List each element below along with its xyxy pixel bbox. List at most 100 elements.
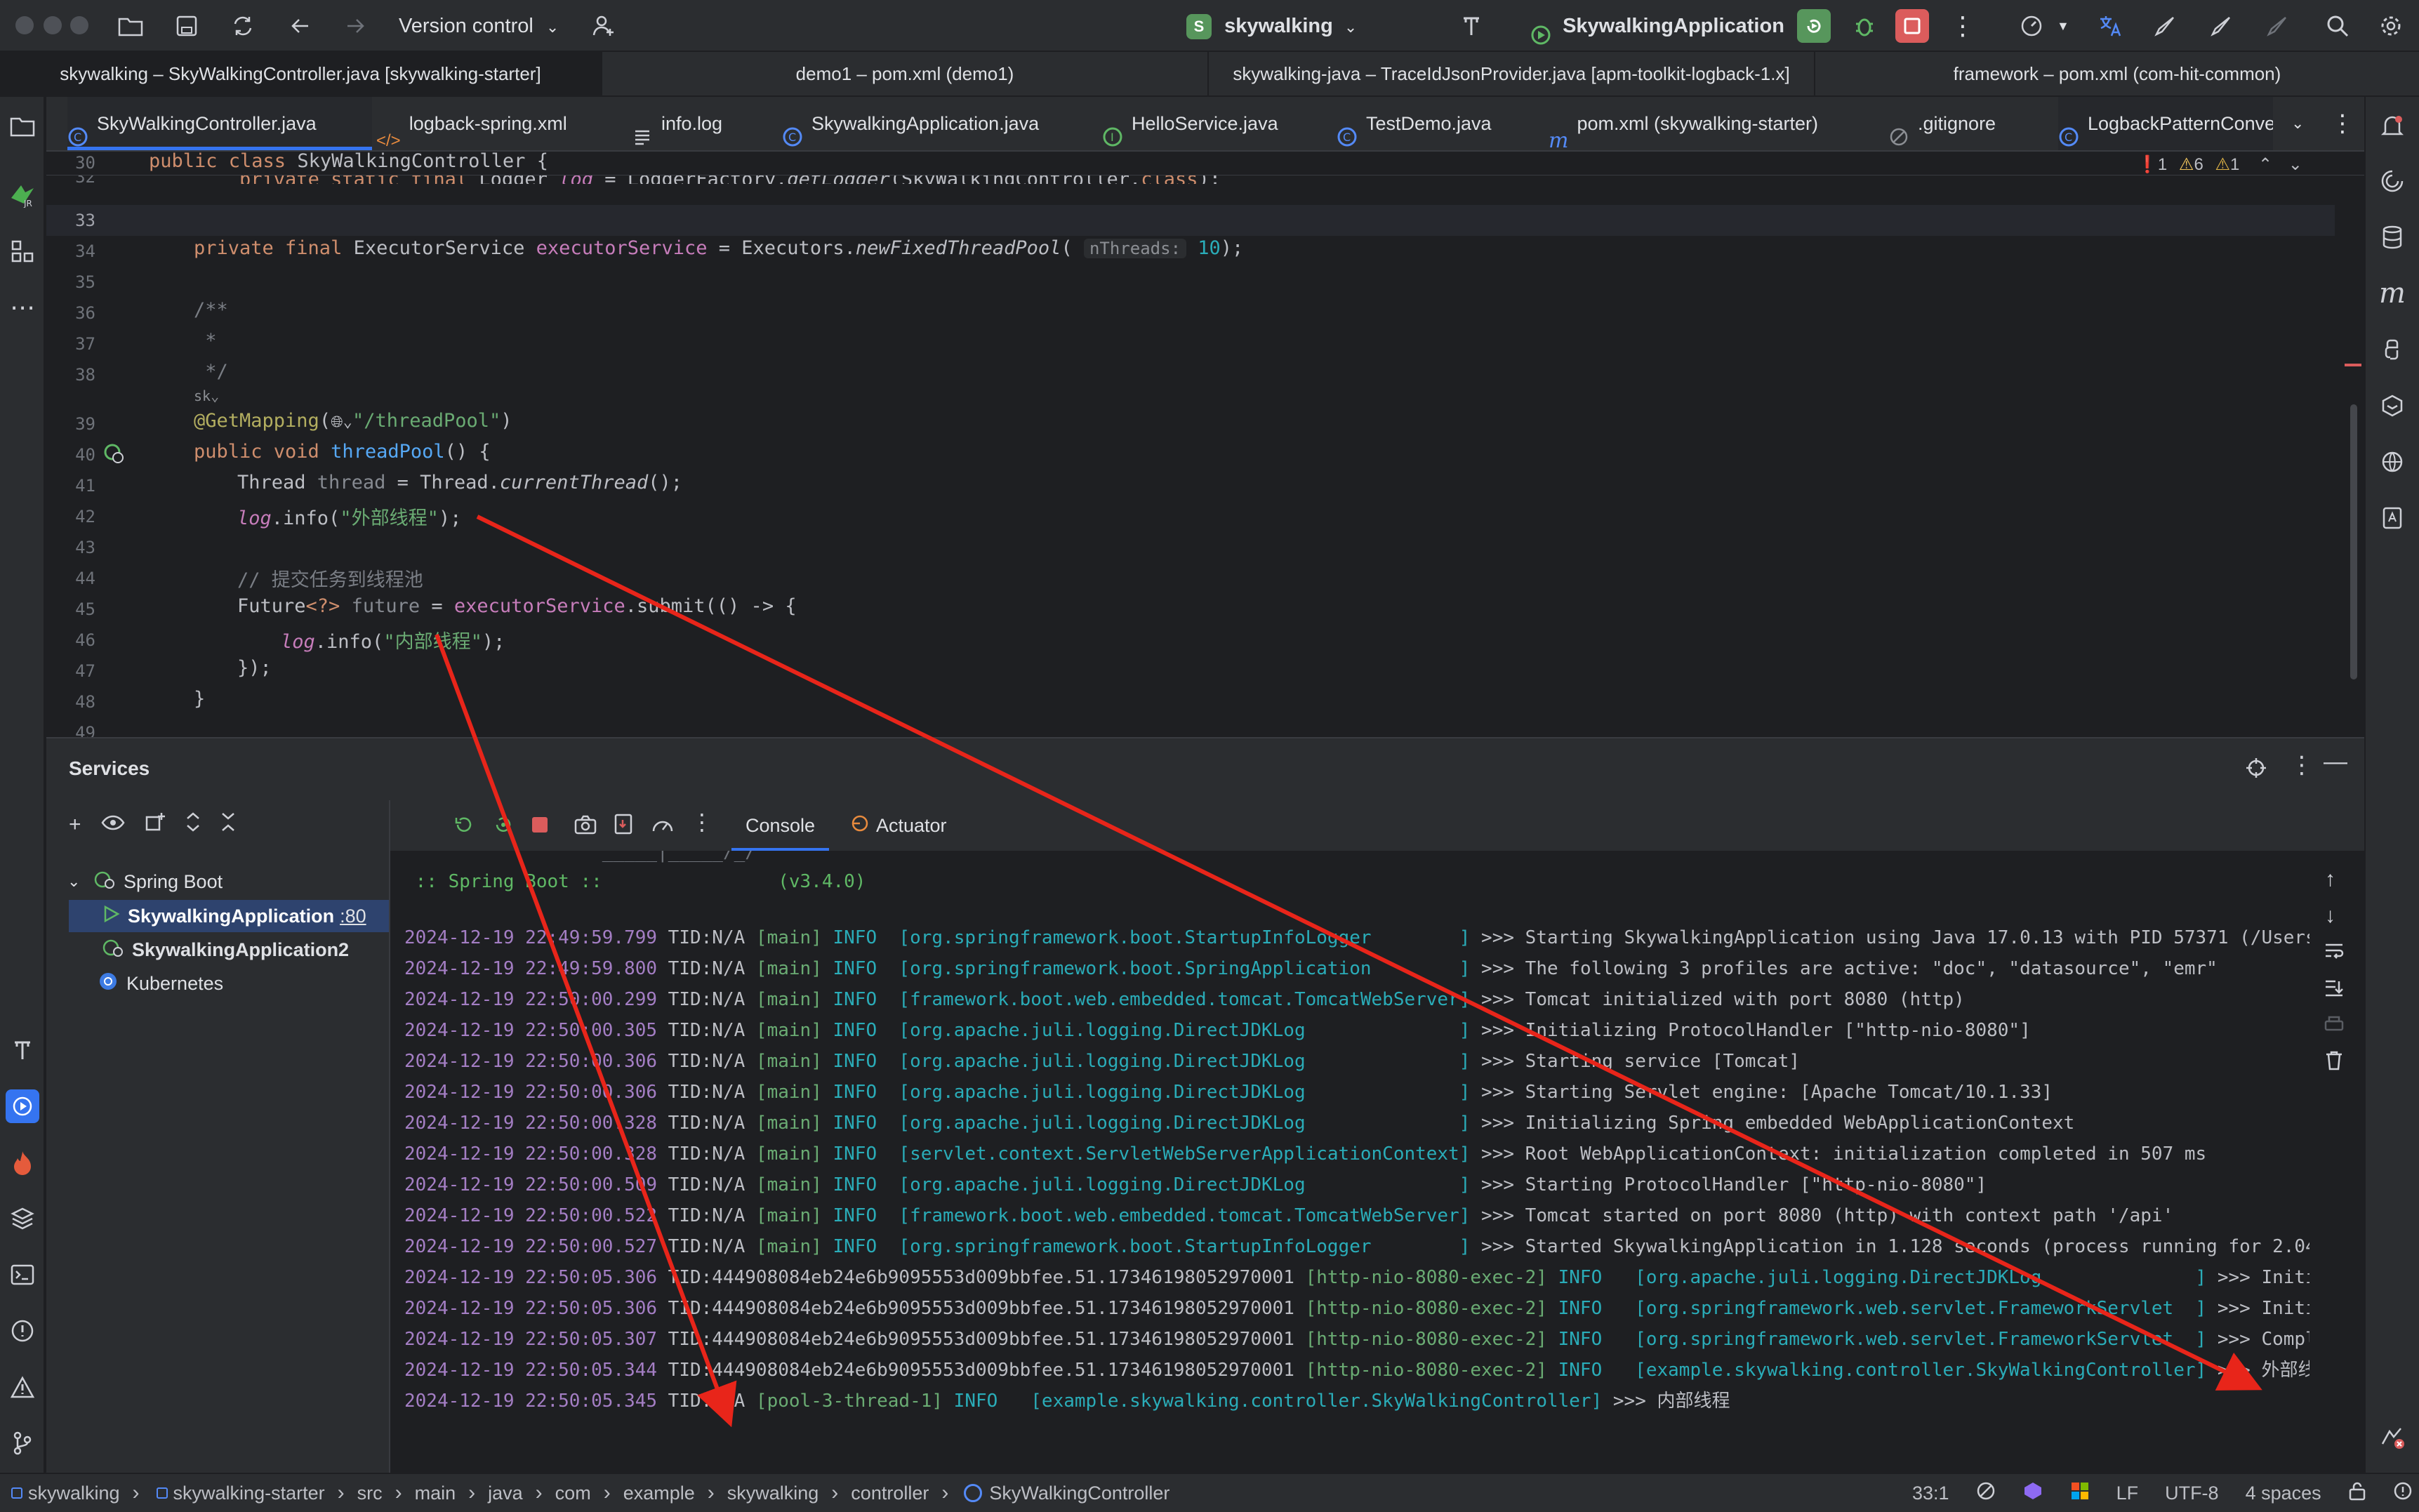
project-folder-icon[interactable] xyxy=(6,110,39,143)
window-tab[interactable]: demo1 – pom.xml (demo1) xyxy=(602,52,1209,95)
target-icon[interactable] xyxy=(2245,757,2267,783)
log-class[interactable]: [framework.boot.web.embedded.tomcat.Tomc… xyxy=(899,1205,1470,1226)
database-icon[interactable] xyxy=(2375,220,2409,254)
add-user-icon[interactable] xyxy=(587,9,621,43)
breadcrumb-item[interactable]: controller xyxy=(851,1483,929,1504)
breadcrumb-item[interactable]: example xyxy=(623,1483,695,1504)
save-icon[interactable] xyxy=(170,9,204,43)
log-class[interactable]: [org.springframework.web.servlet.Framewo… xyxy=(1624,1298,2206,1319)
log-class[interactable]: [org.springframework.boot.StartupInfoLog… xyxy=(899,927,1470,948)
editor-tab-logback-spring[interactable]: </>logback-spring.xml xyxy=(376,97,567,150)
cloud-error-icon[interactable] xyxy=(2375,1421,2409,1454)
author-hint[interactable]: sk⌄ xyxy=(194,387,219,404)
python-icon[interactable] xyxy=(2375,333,2409,366)
print-icon[interactable] xyxy=(2324,1015,2345,1038)
translation-book-icon[interactable] xyxy=(2375,501,2409,535)
tree-node-kubernetes[interactable]: Kubernetes xyxy=(98,967,223,1000)
services-icon[interactable] xyxy=(6,1089,39,1123)
debug-icon[interactable] xyxy=(1848,9,1881,43)
globe-icon[interactable]: 🌐︎⌄ xyxy=(331,413,352,431)
window-tab[interactable]: skywalking-java – TraceIdJsonProvider.ja… xyxy=(1209,52,1815,95)
editor-tab-pom-xml[interactable]: mpom.xml (skywalking-starter) xyxy=(1549,97,1818,153)
tree-node-skywalkingapplication[interactable]: SkywalkingApplication :80 xyxy=(69,900,389,932)
deploy-icon[interactable] xyxy=(2148,9,2182,43)
collapse-all-icon[interactable] xyxy=(220,811,236,838)
back-icon[interactable] xyxy=(284,9,317,43)
more-icon[interactable]: ⋮ xyxy=(2290,751,2314,779)
code-editor[interactable]: 30 public class SkyWalkingController { ❗… xyxy=(46,152,2364,737)
editor-tab-helloservice[interactable]: I HelloService.java xyxy=(1102,97,1278,150)
window-tab[interactable]: framework – pom.xml (com-hit-common) xyxy=(1815,52,2419,95)
add-icon[interactable]: + xyxy=(69,813,81,837)
stop-icon[interactable] xyxy=(1895,9,1929,43)
error-stripe-mark[interactable] xyxy=(2345,364,2361,366)
notification-icon[interactable] xyxy=(2393,1481,2413,1506)
build-hammer-icon[interactable] xyxy=(1454,9,1488,43)
tree-node-spring-boot[interactable]: ⌄ Spring Boot xyxy=(67,866,223,897)
no-plugin-icon[interactable] xyxy=(1976,1481,1996,1506)
dashboard-icon[interactable] xyxy=(651,814,674,839)
windows-grid-icon[interactable] xyxy=(2070,1481,2090,1506)
log-class[interactable]: [org.springframework.web.servlet.Framewo… xyxy=(1624,1329,2206,1350)
dump-threads-icon[interactable] xyxy=(614,813,635,839)
run-config-widget[interactable]: SkywalkingApplication ⌄ xyxy=(1529,0,1808,52)
vcs-widget[interactable]: Version control ⌄ xyxy=(399,0,559,52)
project-widget[interactable]: S skywalking ⌄ xyxy=(1186,0,1357,52)
search-icon[interactable] xyxy=(2321,9,2354,43)
log-class[interactable]: [org.apache.juli.logging.DirectJDKLog ] xyxy=(899,1113,1470,1134)
arrow-down-icon[interactable]: ↓ xyxy=(2325,904,2335,928)
plugin-icon[interactable] xyxy=(2375,389,2409,423)
restart-icon[interactable] xyxy=(493,814,514,839)
window-close-button[interactable] xyxy=(15,16,34,34)
trash-icon[interactable] xyxy=(2325,1050,2343,1075)
indent-setting[interactable]: 4 spaces xyxy=(2246,1483,2321,1504)
caret-position[interactable]: 33:1 xyxy=(1912,1483,1949,1504)
editor-tab-skywalkingapplication[interactable]: C SkywalkingApplication.java xyxy=(782,97,1039,150)
minimize-icon[interactable]: — xyxy=(2324,748,2347,776)
log-class[interactable]: [org.apache.juli.logging.DirectJDKLog ] xyxy=(899,1051,1470,1072)
editor-tab-skywalkingcontroller[interactable]: C SkyWalkingController.java xyxy=(67,97,372,150)
breadcrumb-item[interactable]: com xyxy=(555,1483,591,1504)
actuator-tab[interactable]: Actuator xyxy=(851,800,947,851)
window-zoom-button[interactable] xyxy=(70,16,88,34)
console-output[interactable]: '_____|_____/_/ :: Spring Boot :: (v3.4.… xyxy=(390,851,2309,1474)
breadcrumb-item[interactable]: skywalking-starter xyxy=(152,1483,325,1504)
ai-assistant-icon[interactable] xyxy=(2375,164,2409,198)
tree-node-skywalkingapplication2[interactable]: SkywalkingApplication2 xyxy=(101,934,349,966)
forward-icon[interactable] xyxy=(338,9,372,43)
build-hammer-icon[interactable] xyxy=(6,1033,39,1067)
translate-icon[interactable] xyxy=(2093,9,2127,43)
breadcrumb-item[interactable]: java xyxy=(488,1483,523,1504)
expand-all-icon[interactable] xyxy=(185,811,201,838)
sync-icon[interactable] xyxy=(226,9,260,43)
jrebel-icon[interactable]: JR xyxy=(6,177,39,211)
editor-scrollbar[interactable] xyxy=(2350,404,2357,679)
tabs-more-icon[interactable]: ⋮ xyxy=(2331,97,2354,150)
editor-tab-testdemo[interactable]: C TestDemo.java xyxy=(1337,97,1492,150)
soft-wrap-icon[interactable] xyxy=(2324,942,2345,964)
profiler-flame-icon[interactable] xyxy=(6,1146,39,1179)
eye-icon[interactable] xyxy=(101,813,125,837)
breadcrumb-item[interactable]: skywalking xyxy=(727,1483,819,1504)
globe-icon[interactable] xyxy=(2375,445,2409,479)
warning-icon[interactable] xyxy=(6,1370,39,1404)
editor-tab-info-log[interactable]: info.log xyxy=(632,97,722,150)
breadcrumb-item[interactable]: main xyxy=(415,1483,456,1504)
stop-icon[interactable] xyxy=(531,816,549,837)
log-class[interactable]: [example.skywalking.controller.SkyWalkin… xyxy=(1020,1391,1602,1412)
log-class[interactable]: [org.springframework.boot.StartupInfoLog… xyxy=(899,1236,1470,1257)
chevron-down-icon[interactable]: ⌄ xyxy=(67,873,93,891)
log-class[interactable]: [framework.boot.web.embedded.tomcat.Tomc… xyxy=(899,989,1470,1010)
profiler-icon[interactable] xyxy=(2015,9,2048,43)
layers-icon[interactable] xyxy=(6,1202,39,1235)
log-class[interactable]: [org.springframework.boot.SpringApplicat… xyxy=(899,958,1470,979)
breadcrumb-item[interactable]: src xyxy=(357,1483,383,1504)
console-tab[interactable]: Console xyxy=(731,800,830,851)
log-class[interactable]: [org.apache.juli.logging.DirectJDKLog ] xyxy=(899,1082,1470,1103)
scroll-to-end-icon[interactable] xyxy=(2324,979,2345,1002)
maven-icon[interactable]: m xyxy=(2375,277,2409,310)
open-folder-icon[interactable] xyxy=(114,9,147,43)
log-class[interactable]: [org.apache.juli.logging.DirectJDKLog ] xyxy=(1624,1267,2206,1288)
tabs-dropdown-icon[interactable]: ⌄ xyxy=(2291,97,2304,150)
log-class[interactable]: [servlet.context.ServletWebServerApplica… xyxy=(899,1143,1470,1165)
